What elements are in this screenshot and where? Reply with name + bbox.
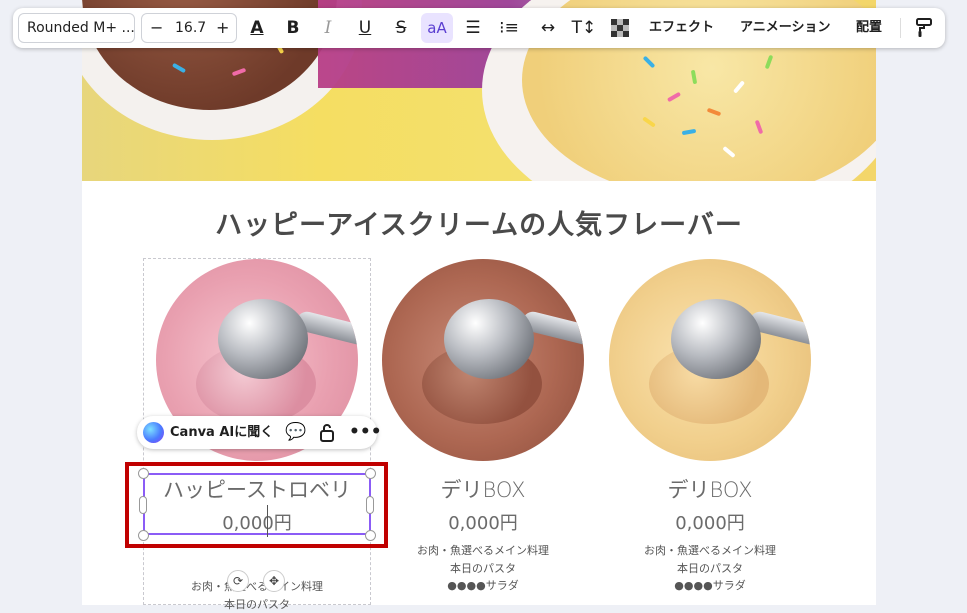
resize-handle-left[interactable]	[139, 496, 147, 514]
letter-case-icon[interactable]: aA	[421, 13, 453, 43]
font-size-value[interactable]: 16.7	[175, 14, 206, 42]
align-center-icon[interactable]: ☰	[458, 13, 488, 43]
product-price[interactable]: 0,000円	[369, 509, 597, 535]
rotate-icon[interactable]: ⟳	[227, 570, 249, 592]
text-selection-box[interactable]	[143, 473, 371, 535]
resize-handle-bottom-right[interactable]	[365, 530, 376, 541]
desc-line: 本日のパスタ	[596, 560, 824, 578]
canva-ai-bar[interactable]: Canva AIに聞く 💬 •••	[137, 416, 377, 449]
resize-handle-bottom-left[interactable]	[138, 530, 149, 541]
product-image-vanilla[interactable]	[609, 259, 811, 461]
product-image-chocolate[interactable]	[382, 259, 584, 461]
underline-icon[interactable]: U	[350, 13, 380, 43]
move-icon[interactable]: ✥	[263, 570, 285, 592]
bold-icon[interactable]: B	[278, 13, 308, 43]
product-name[interactable]: デリBOX	[596, 474, 824, 504]
resize-handle-top-left[interactable]	[138, 468, 149, 479]
letter-spacing-icon[interactable]: ↔	[533, 13, 563, 43]
position-button[interactable]: 配置	[856, 13, 882, 43]
more-icon[interactable]: •••	[349, 416, 382, 449]
transparency-icon[interactable]	[605, 13, 635, 43]
desc-line: 本日のパスタ	[143, 596, 371, 613]
product-desc[interactable]: お肉・魚選べるメイン料理 本日のパスタ ●●●●サラダ	[369, 542, 597, 595]
lock-icon[interactable]	[319, 416, 335, 455]
desc-line: お肉・魚選べるメイン料理	[369, 542, 597, 560]
canva-ai-button[interactable]: Canva AIに聞く	[170, 416, 273, 449]
desc-line: ●●●●サラダ	[596, 577, 824, 595]
list-icon[interactable]: ⁝≡	[494, 13, 524, 43]
size-decrease-button[interactable]: −	[150, 14, 163, 42]
strikethrough-icon[interactable]: S	[386, 13, 416, 43]
resize-handle-right[interactable]	[366, 496, 374, 514]
font-selector[interactable]: Rounded M+ ...	[18, 13, 135, 43]
comment-add-icon[interactable]: 💬	[285, 416, 306, 449]
resize-handle-top-right[interactable]	[365, 468, 376, 479]
effects-button[interactable]: エフェクト	[649, 13, 714, 43]
desc-line: 本日のパスタ	[369, 560, 597, 578]
text-direction-icon[interactable]: T↕	[569, 13, 599, 43]
paint-format-icon[interactable]	[909, 13, 939, 43]
product-desc[interactable]: お肉・魚選べるメイン料理 本日のパスタ	[143, 578, 371, 613]
italic-icon[interactable]: I	[313, 13, 343, 43]
text-color-icon[interactable]: A	[242, 13, 272, 43]
desc-line: ●●●●サラダ	[369, 577, 597, 595]
toolbar-divider	[900, 18, 901, 38]
product-name[interactable]: デリBOX	[369, 474, 597, 504]
canva-ai-logo	[143, 422, 164, 443]
desc-line: お肉・魚選べるメイン料理	[143, 578, 371, 596]
desc-line: お肉・魚選べるメイン料理	[596, 542, 824, 560]
product-price[interactable]: 0,000円	[596, 509, 824, 535]
font-size-control: − 16.7 +	[141, 13, 237, 43]
size-increase-button[interactable]: +	[216, 14, 229, 42]
text-toolbar: Rounded M+ ... − 16.7 + A B I U S aA ☰ ⁝…	[13, 8, 945, 48]
animation-button[interactable]: アニメーション	[740, 13, 830, 43]
text-cursor	[267, 505, 268, 537]
product-desc[interactable]: お肉・魚選べるメイン料理 本日のパスタ ●●●●サラダ	[596, 542, 824, 595]
page-title[interactable]: ハッピーアイスクリームの人気フレーバー	[82, 203, 876, 242]
